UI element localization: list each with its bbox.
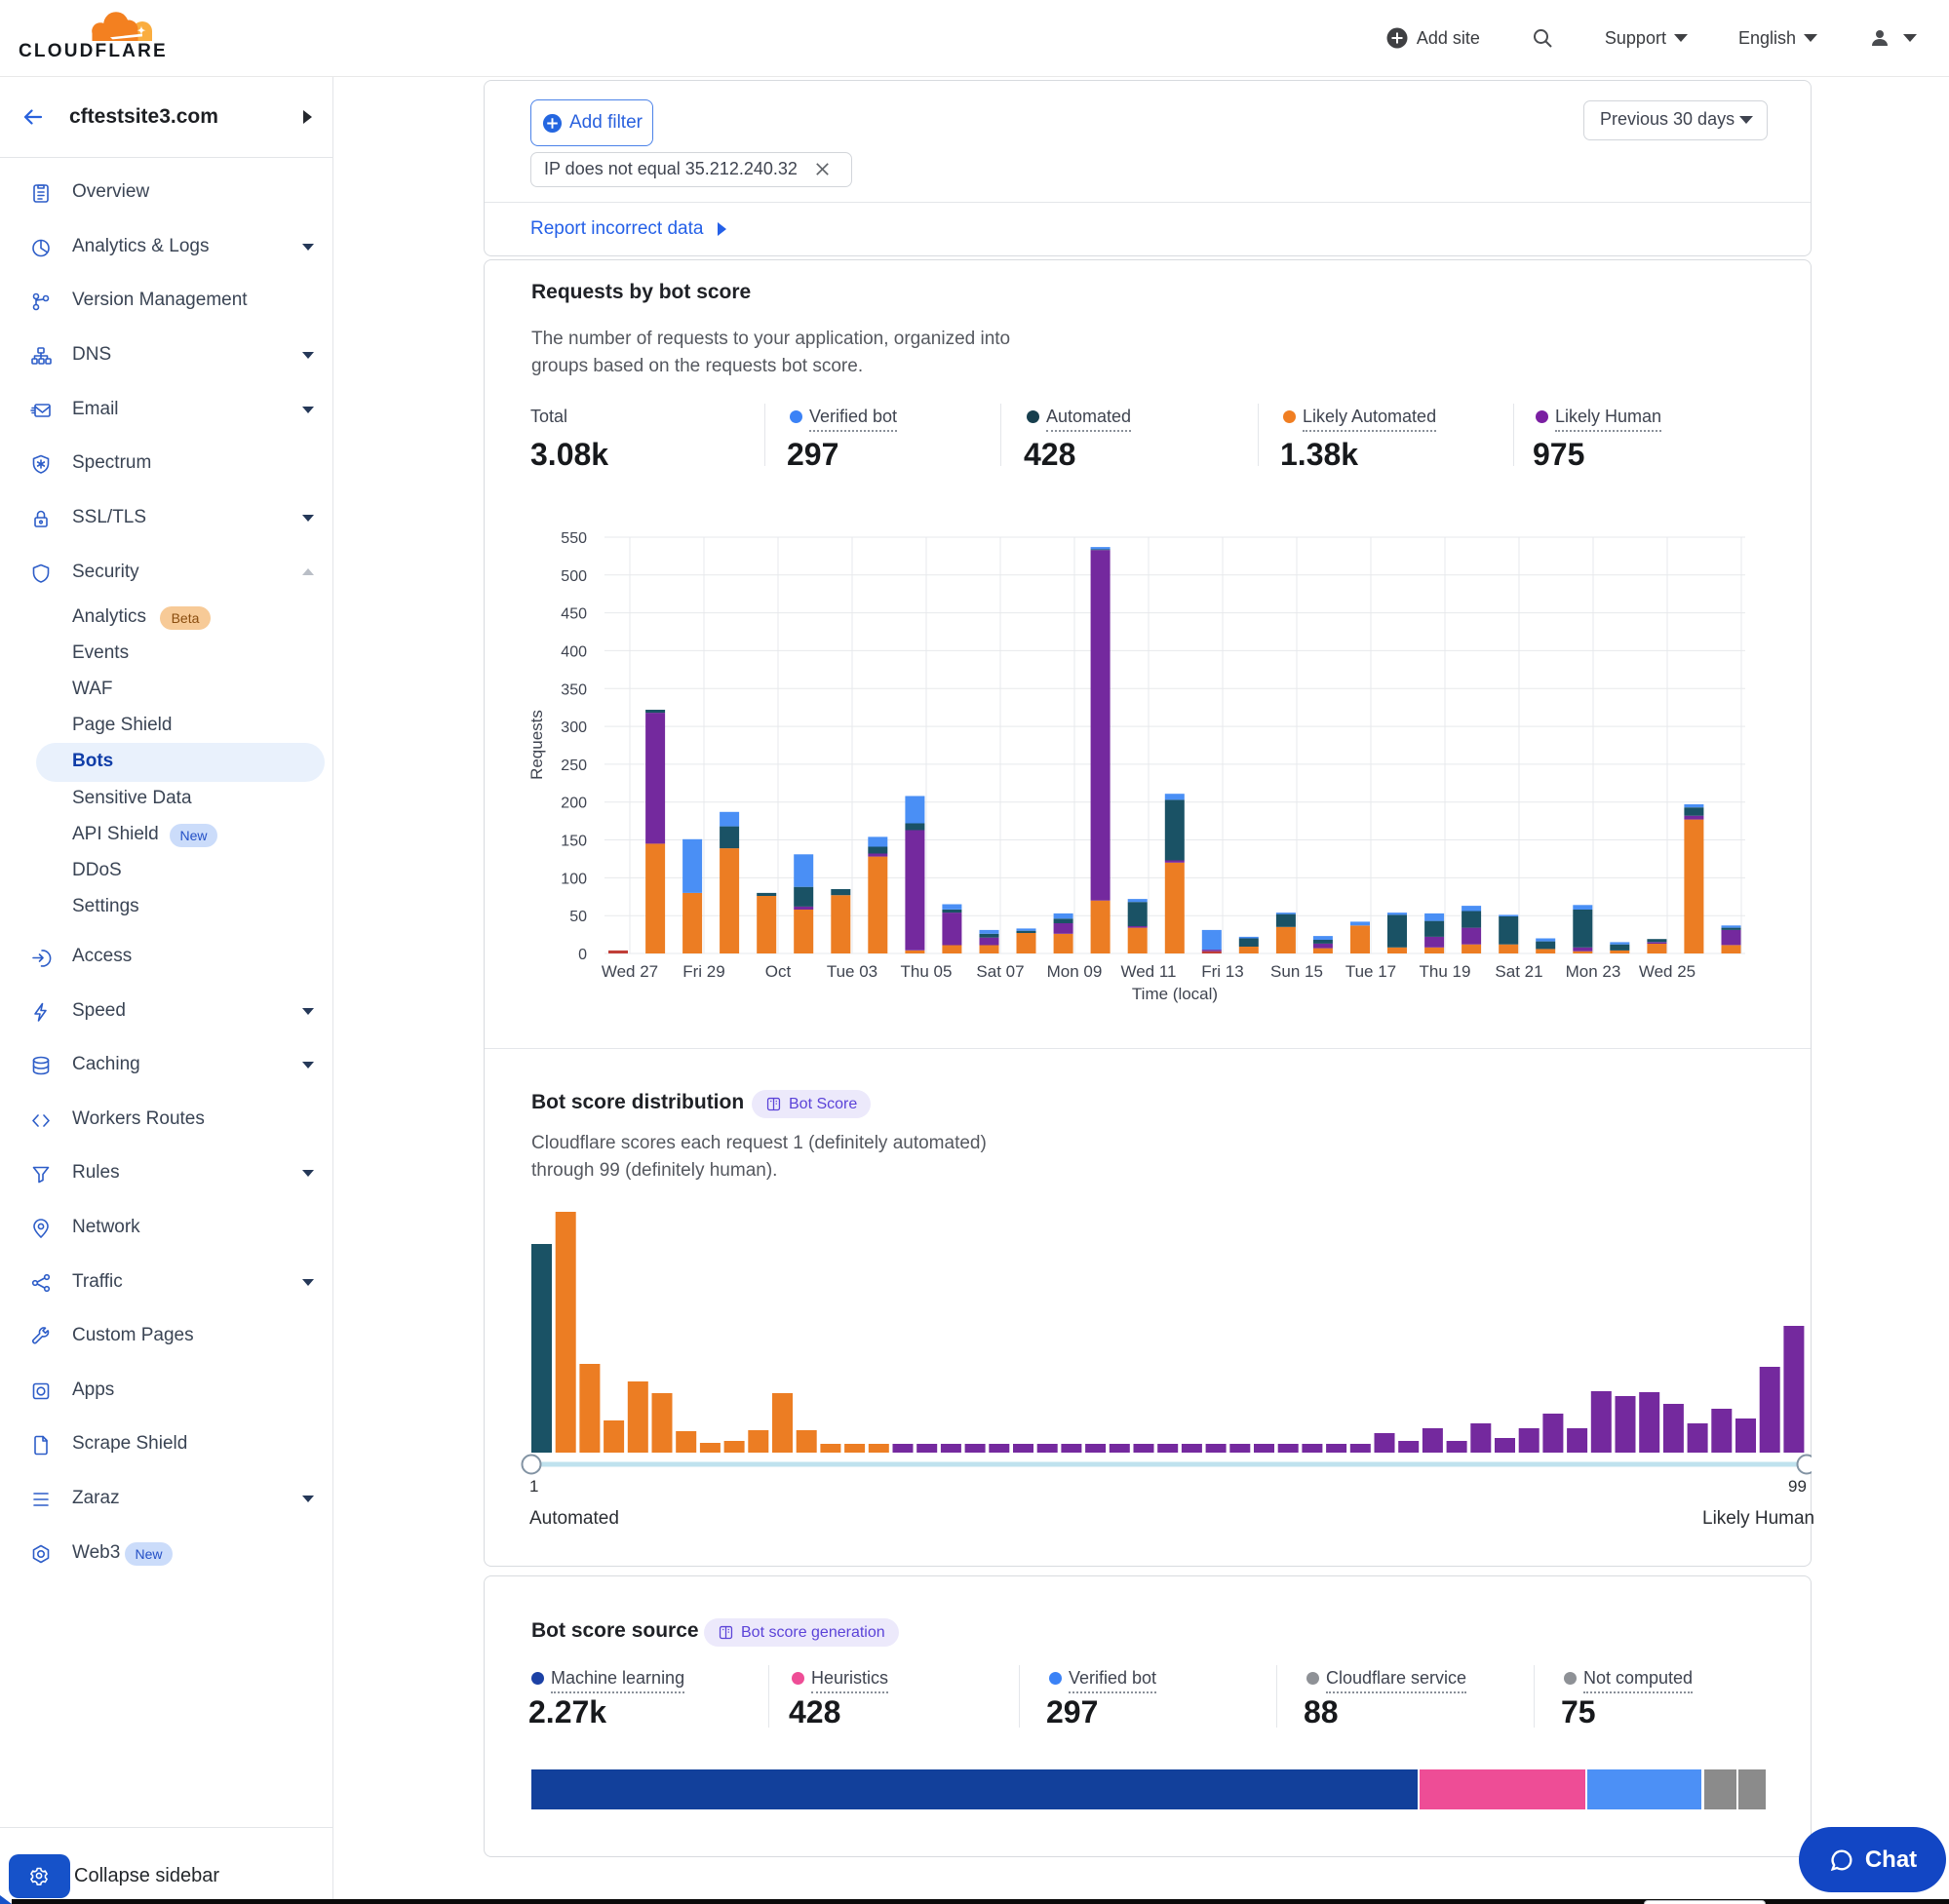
svg-text:550: 550 bbox=[561, 530, 587, 547]
svg-text:250: 250 bbox=[561, 758, 587, 774]
svg-text:Time (local): Time (local) bbox=[1132, 985, 1218, 1003]
svg-text:50: 50 bbox=[569, 909, 587, 925]
svg-text:Tue 17: Tue 17 bbox=[1345, 962, 1396, 981]
svg-text:350: 350 bbox=[561, 681, 587, 698]
svg-text:Sun 15: Sun 15 bbox=[1270, 962, 1323, 981]
svg-text:500: 500 bbox=[561, 568, 587, 585]
svg-text:Oct: Oct bbox=[765, 962, 792, 981]
svg-text:Wed 27: Wed 27 bbox=[602, 962, 658, 981]
svg-text:300: 300 bbox=[561, 719, 587, 736]
svg-text:100: 100 bbox=[561, 871, 587, 887]
svg-text:400: 400 bbox=[561, 643, 587, 660]
svg-text:Mon 09: Mon 09 bbox=[1047, 962, 1103, 981]
svg-text:Thu 05: Thu 05 bbox=[901, 962, 953, 981]
svg-text:Fri 13: Fri 13 bbox=[1201, 962, 1243, 981]
svg-text:0: 0 bbox=[578, 947, 587, 963]
svg-text:150: 150 bbox=[561, 834, 587, 850]
svg-text:Mon 23: Mon 23 bbox=[1566, 962, 1621, 981]
svg-text:Fri 29: Fri 29 bbox=[682, 962, 724, 981]
svg-text:Sat 21: Sat 21 bbox=[1495, 962, 1542, 981]
svg-text:Wed 11: Wed 11 bbox=[1120, 962, 1176, 981]
svg-text:Tue 03: Tue 03 bbox=[827, 962, 877, 981]
svg-text:200: 200 bbox=[561, 796, 587, 812]
svg-text:Wed 25: Wed 25 bbox=[1639, 962, 1696, 981]
svg-text:450: 450 bbox=[561, 606, 587, 623]
svg-text:Thu 19: Thu 19 bbox=[1420, 962, 1471, 981]
svg-text:Sat 07: Sat 07 bbox=[976, 962, 1024, 981]
svg-text:Requests: Requests bbox=[527, 710, 546, 780]
